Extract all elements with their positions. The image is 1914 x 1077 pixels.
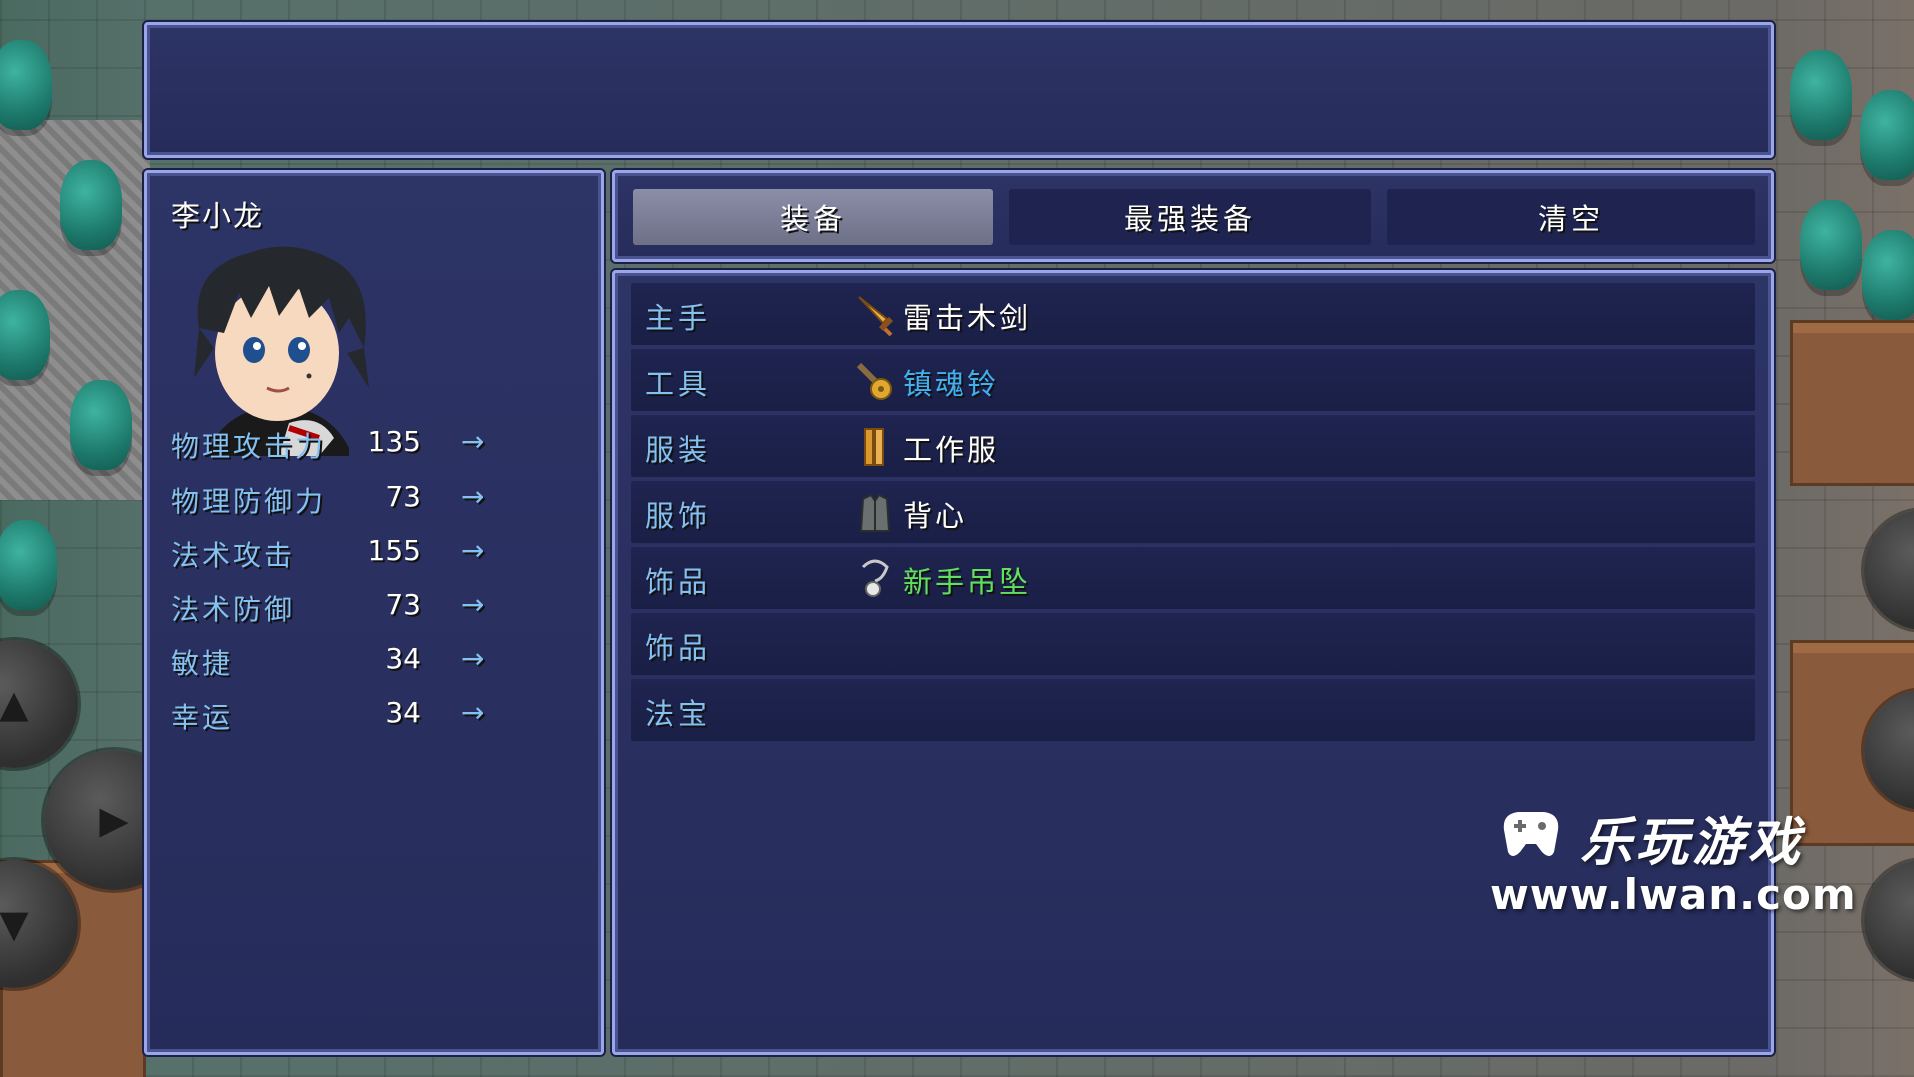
right-arrow-icon: →: [461, 534, 485, 567]
tree: [0, 40, 52, 130]
slot-row-accessory-1[interactable]: 饰品 新手吊坠: [631, 547, 1755, 609]
actor-face-portrait: [194, 246, 369, 456]
equipped-item-name: 工作服: [903, 433, 1000, 467]
right-arrow-icon: →: [461, 425, 485, 458]
param-label: 物理防御力: [171, 485, 327, 518]
param-value: 135: [367, 425, 421, 458]
slot-type-label: 服饰: [645, 499, 712, 533]
slot-type-label: 饰品: [645, 565, 712, 599]
tree: [1790, 50, 1852, 140]
right-arrow-icon: →: [461, 480, 485, 513]
optimize-command[interactable]: 最强装备: [1009, 189, 1371, 245]
param-value: 34: [385, 642, 421, 675]
param-row-luk: 幸运 34 →: [171, 696, 484, 736]
param-label: 法术攻击: [171, 539, 296, 572]
watermark-title: 乐玩游戏: [1580, 813, 1805, 873]
param-row-agi: 敏捷 34 →: [171, 642, 484, 682]
slot-row-clothing[interactable]: 服装 工作服: [631, 415, 1755, 477]
param-value: 73: [385, 480, 421, 513]
param-row-atk: 物理攻击力 135 →: [171, 425, 484, 465]
slot-row-weapon[interactable]: 主手 雷击木剑: [631, 283, 1755, 345]
param-row-def: 物理防御力 73 →: [171, 480, 484, 520]
equipped-item-name: 新手吊坠: [903, 565, 1032, 599]
gamepad-logo-icon: [1503, 812, 1559, 856]
equip-slot-window: 主手 雷击木剑 工具 镇魂铃 服装 工作服 服饰 背心 饰品 新手吊坠 饰品 法…: [612, 270, 1774, 1055]
help-window: [144, 22, 1774, 158]
wooden-sword-icon: [858, 296, 893, 337]
right-arrow-icon: →: [461, 696, 485, 729]
tree: [70, 380, 132, 470]
equipped-item-name: 背心: [903, 499, 968, 533]
slot-row-accessory-wear[interactable]: 服饰 背心: [631, 481, 1755, 543]
clothes-icon: [864, 428, 884, 466]
tree: [60, 160, 122, 250]
slot-type-label: 主手: [645, 301, 712, 335]
tree: [0, 290, 50, 380]
param-label: 敏捷: [171, 647, 234, 680]
param-value: 155: [367, 534, 421, 567]
equipped-item-name: 镇魂铃: [903, 367, 1000, 401]
clear-command[interactable]: 清空: [1387, 189, 1755, 245]
slot-type-label: 法宝: [645, 697, 712, 731]
param-row-mdf: 法术防御 73 →: [171, 588, 484, 628]
slot-type-label: 服装: [645, 433, 712, 467]
triangle-right-icon: ▶: [99, 798, 129, 842]
param-row-mat: 法术攻击 155 →: [171, 534, 484, 574]
bell-icon: [856, 362, 892, 400]
equipped-item-name: 雷击木剑: [903, 301, 1032, 335]
param-value: 34: [385, 696, 421, 729]
actor-name: 李小龙: [171, 199, 265, 233]
building: [1790, 320, 1914, 486]
slot-type-label: 工具: [645, 367, 712, 401]
slot-row-treasure[interactable]: 法宝: [631, 679, 1755, 741]
param-value: 73: [385, 588, 421, 621]
equip-command[interactable]: 装备: [633, 189, 993, 245]
slot-row-tool[interactable]: 工具 镇魂铃: [631, 349, 1755, 411]
equip-command-window: 装备 最强装备 清空: [612, 170, 1774, 262]
param-label: 幸运: [171, 701, 234, 734]
param-label: 物理攻击力: [171, 430, 327, 463]
triangle-down-icon: ▼: [0, 902, 29, 946]
slot-type-label: 饰品: [645, 631, 712, 665]
tree: [1860, 90, 1914, 180]
tree: [1862, 230, 1914, 320]
slot-row-accessory-2[interactable]: 饰品: [631, 613, 1755, 675]
right-arrow-icon: →: [461, 588, 485, 621]
actor-status-window: 李小龙 物理攻击力 135 → 物理防御力 73 → 法术攻击 155 → 法术…: [144, 170, 604, 1055]
right-arrow-icon: →: [461, 642, 485, 675]
param-label: 法术防御: [171, 593, 296, 626]
tree: [0, 520, 57, 610]
vest-icon: [859, 493, 891, 532]
pendant-icon: [861, 559, 889, 597]
watermark-url: www.lwan.com: [1490, 870, 1857, 919]
triangle-up-icon: ▲: [0, 682, 29, 726]
tree: [1800, 200, 1862, 290]
